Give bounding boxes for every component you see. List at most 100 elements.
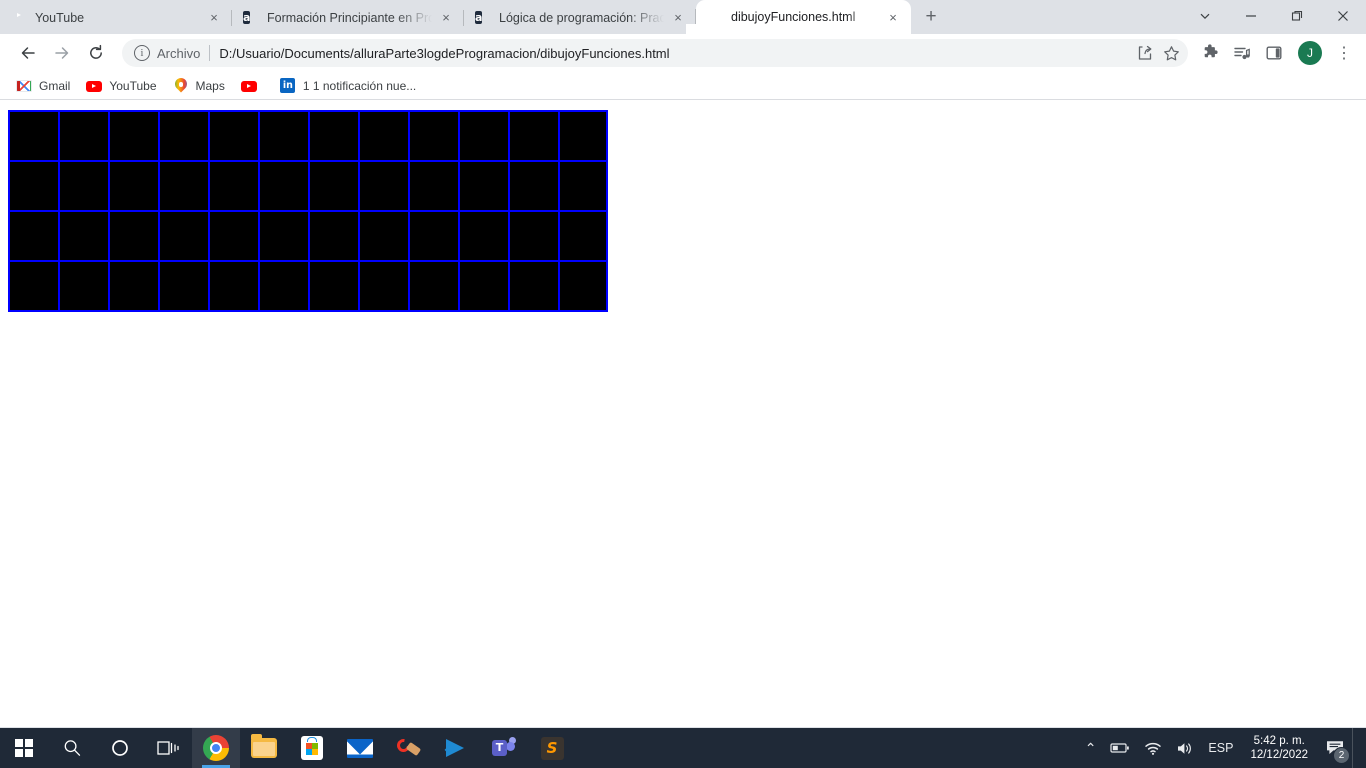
taskbar-sublime-text[interactable]: S xyxy=(528,728,576,768)
back-button[interactable] xyxy=(14,39,42,67)
ccleaner-icon xyxy=(394,736,422,760)
tab-logica-de-programacion[interactable]: a Lógica de programación: Practica × xyxy=(463,1,696,34)
windows-logo-icon xyxy=(15,739,33,757)
tab-title: Formación Principiante en Progra xyxy=(267,10,432,25)
cortana-circle-icon xyxy=(112,740,128,756)
taskbar-teams[interactable]: T xyxy=(480,728,528,768)
taskbar-chrome[interactable] xyxy=(192,728,240,768)
bookmark-youtube[interactable]: YouTube xyxy=(78,75,164,97)
grid-line-horizontal xyxy=(8,260,608,262)
grid-line-horizontal xyxy=(8,310,608,312)
show-desktop-button[interactable] xyxy=(1352,728,1360,768)
tab-close-button[interactable]: × xyxy=(668,8,688,28)
tab-title: YouTube xyxy=(35,10,85,25)
battery-icon[interactable] xyxy=(1103,728,1137,768)
side-panel-icon[interactable] xyxy=(1260,39,1288,67)
grid-line-horizontal xyxy=(8,210,608,212)
extensions-puzzle-icon[interactable] xyxy=(1196,39,1224,67)
taskbar-vscode[interactable] xyxy=(432,728,480,768)
bookmark-label: Maps xyxy=(195,78,225,93)
tab-youtube[interactable]: YouTube × xyxy=(0,1,232,34)
clock-time: 5:42 p. m. xyxy=(1253,735,1305,747)
tab-close-button[interactable]: × xyxy=(436,8,456,28)
folder-icon xyxy=(251,734,277,758)
bookmark-linkedin-notificacion[interactable]: in 1 1 notificación nue... xyxy=(272,75,424,97)
bookmark-label: YouTube xyxy=(109,78,157,93)
youtube-icon xyxy=(86,78,103,94)
task-view-button[interactable] xyxy=(144,728,192,768)
bookmarks-bar: Gmail YouTube Maps in 1 1 notificación n… xyxy=(0,72,1366,100)
chrome-icon xyxy=(203,735,229,761)
browser-toolbar: i Archivo D:/Usuario/Documents/alluraPar… xyxy=(0,34,1366,72)
site-info-icon[interactable]: i xyxy=(134,45,150,61)
linkedin-icon: in xyxy=(280,78,296,94)
bookmark-label: Gmail xyxy=(39,78,71,93)
close-button[interactable] xyxy=(1320,0,1366,32)
maximize-button[interactable] xyxy=(1274,0,1320,32)
omnibox-scheme-label: Archivo xyxy=(157,45,201,61)
bookmark-star-icon[interactable] xyxy=(1158,40,1184,66)
new-tab-button[interactable]: + xyxy=(917,3,945,31)
tab-strip: YouTube × a Formación Principiante en Pr… xyxy=(0,0,1366,34)
chrome-menu-button[interactable]: ⋮ xyxy=(1330,39,1358,67)
minimize-button[interactable] xyxy=(1228,0,1274,32)
reading-list-icon[interactable] xyxy=(1228,39,1256,67)
mail-icon xyxy=(347,738,373,758)
youtube-favicon xyxy=(11,10,27,26)
share-icon[interactable] xyxy=(1132,40,1158,66)
youtube-icon xyxy=(240,78,257,94)
teams-icon: T xyxy=(492,737,516,759)
tab-title: Lógica de programación: Practica xyxy=(499,10,664,25)
omnibox-url-text[interactable]: D:/Usuario/Documents/alluraParte3logdePr… xyxy=(219,46,669,61)
grid-line-horizontal xyxy=(8,110,608,112)
taskbar-microsoft-store[interactable] xyxy=(288,728,336,768)
store-icon xyxy=(301,736,323,760)
alura-favicon: a xyxy=(475,10,483,24)
wifi-icon[interactable] xyxy=(1137,728,1169,768)
gmail-icon xyxy=(16,78,32,94)
tab-search-button[interactable] xyxy=(1182,0,1228,32)
taskbar-ccleaner[interactable] xyxy=(384,728,432,768)
drawing-canvas[interactable] xyxy=(8,110,608,312)
reload-button[interactable] xyxy=(82,39,110,67)
windows-taskbar: T S ⌃ ESP 5:42 p. m. 12/12/2022 2 xyxy=(0,728,1366,768)
bookmark-maps[interactable]: Maps xyxy=(165,75,233,97)
page-viewport xyxy=(0,100,1366,727)
cortana-button[interactable] xyxy=(96,728,144,768)
vscode-icon xyxy=(444,736,468,760)
window-controls xyxy=(1182,0,1366,32)
tab-close-button[interactable]: × xyxy=(883,7,903,27)
clock[interactable]: 5:42 p. m. 12/12/2022 xyxy=(1240,728,1318,768)
chrome-browser-window: YouTube × a Formación Principiante en Pr… xyxy=(0,0,1366,728)
bookmark-gmail[interactable]: Gmail xyxy=(8,75,78,97)
language-indicator[interactable]: ESP xyxy=(1201,728,1240,768)
omnibox-divider xyxy=(209,45,211,61)
tab-formacion-principiante[interactable]: a Formación Principiante en Progra × xyxy=(231,1,464,34)
notification-badge: 2 xyxy=(1333,747,1350,764)
omnibox-actions xyxy=(1132,40,1184,66)
avatar[interactable]: J xyxy=(1298,41,1322,65)
address-bar[interactable]: i Archivo D:/Usuario/Documents/alluraPar… xyxy=(122,39,1188,67)
tab-dibujoyfunciones[interactable]: dibujoyFunciones.html × xyxy=(686,0,911,34)
forward-button[interactable] xyxy=(48,39,76,67)
taskbar-file-explorer[interactable] xyxy=(240,728,288,768)
search-button[interactable] xyxy=(48,728,96,768)
tray-overflow-button[interactable]: ⌃ xyxy=(1078,728,1104,768)
grid-line-horizontal xyxy=(8,160,608,162)
bookmark-youtube-unlabeled[interactable] xyxy=(233,75,272,97)
tab-close-button[interactable]: × xyxy=(204,8,224,28)
start-button[interactable] xyxy=(0,728,48,768)
maps-icon xyxy=(173,78,189,94)
taskbar-mail[interactable] xyxy=(336,728,384,768)
system-tray: ⌃ ESP 5:42 p. m. 12/12/2022 2 xyxy=(1078,728,1366,768)
tab-title: dibujoyFunciones.html xyxy=(731,10,856,24)
clock-date: 12/12/2022 xyxy=(1250,749,1308,761)
task-view-icon xyxy=(157,741,179,755)
volume-icon[interactable] xyxy=(1169,728,1201,768)
taskbar-apps: T S xyxy=(0,728,576,768)
sublime-icon: S xyxy=(540,736,564,760)
notification-center-button[interactable]: 2 xyxy=(1318,728,1352,768)
search-icon xyxy=(64,740,81,756)
globe-favicon xyxy=(707,9,723,25)
bookmark-label: 1 1 notificación nue... xyxy=(302,78,417,93)
